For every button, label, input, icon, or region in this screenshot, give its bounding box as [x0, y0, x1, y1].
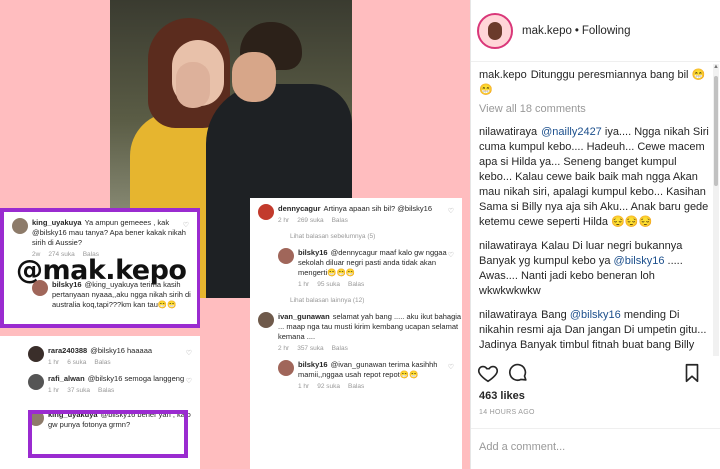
avatar — [28, 346, 44, 362]
add-comment-input[interactable]: Add a comment... — [471, 428, 720, 469]
avatar — [278, 360, 294, 376]
comment-icon[interactable] — [507, 362, 529, 384]
heart-icon: ♡ — [185, 350, 192, 357]
avatar — [28, 374, 44, 390]
post-sidebar: mak.kepo • Following mak.kepo Ditunggu pere… — [470, 0, 720, 469]
watermark: @mak.kepo — [16, 255, 187, 286]
likes-count[interactable]: 463 likes — [479, 390, 525, 402]
caption: mak.kepo Ditunggu peresmiannya bang bil 😁… — [479, 69, 706, 96]
man-face — [232, 52, 276, 102]
heart-icon[interactable] — [477, 362, 499, 384]
timestamp: 14 HOURS AGO — [479, 409, 535, 416]
username-link[interactable]: nilawatiraya — [479, 240, 537, 252]
comments-list: mak.kepo Ditunggu peresmiannya bang bil 😁… — [471, 68, 715, 354]
load-replies: Lihat balasan lainnya (12) — [290, 297, 365, 304]
view-all-comments-link[interactable]: View all 18 comments — [479, 102, 709, 117]
list-item: rafi_alwan @bilsky16 semoga langgeng 1 hr… — [20, 374, 200, 396]
mention-link[interactable]: @bilsky16 — [570, 309, 621, 321]
comment-item: nilawatiraya @nailly2427 iya.... Ngga nik… — [479, 126, 709, 228]
comment-item: nilawatiraya Bang @bilsky16 mending Di ni… — [479, 309, 707, 351]
bookmark-icon[interactable] — [681, 362, 703, 384]
comment-screenshot-b: dennycagur Artinya apaan sih bil? @bilsky… — [250, 198, 462, 469]
comment-screenshot-a: king_uyakuya Ya ampun gemeees , kak @bils… — [0, 208, 200, 328]
avatar — [258, 204, 274, 220]
list-item: rara240388 @bilsky16 haaaaa 1 hr 6 suka Bal… — [20, 346, 200, 368]
heart-icon: ♡ — [447, 316, 454, 323]
username-link[interactable]: nilawatiraya — [479, 126, 537, 138]
username-link[interactable]: mak.kepo — [479, 69, 527, 81]
highlight-box — [28, 410, 188, 458]
avatar — [278, 248, 294, 264]
list-item: dennycagur Artinya apaan sih bil? @bilsky… — [250, 204, 462, 226]
mention-link[interactable]: @bilsky16 — [614, 255, 665, 267]
username-link[interactable]: mak.kepo — [522, 25, 572, 37]
post-image[interactable]: king_uyakuya Ya ampun gemeees , kak @bils… — [0, 0, 470, 469]
list-item: bilsky16 @ivan_gunawan terima kasihhh mam… — [270, 360, 462, 392]
heart-icon: ♡ — [447, 208, 454, 215]
avatar — [12, 218, 28, 234]
avatar[interactable] — [477, 12, 513, 49]
following-button[interactable]: Following — [582, 25, 631, 37]
username-link[interactable]: nilawatiraya — [479, 309, 537, 321]
heart-icon: ♡ — [447, 364, 454, 371]
post-header: mak.kepo • Following — [471, 0, 720, 62]
mention-link[interactable]: @nailly2427 — [541, 126, 602, 138]
heart-icon: ♡ — [182, 222, 189, 229]
avatar — [32, 280, 48, 296]
list-item: king_uyakuya Ya ampun gemeees , kak @bils… — [4, 218, 197, 260]
hand — [176, 62, 210, 108]
action-bar — [471, 360, 720, 386]
comment-item: nilawatiraya Kalau Di luar negri bukannya… — [479, 240, 683, 297]
avatar — [258, 312, 274, 328]
scrollbar-thumb[interactable] — [714, 76, 718, 186]
list-item: bilsky16 @king_uyakuya terima kasih perta… — [24, 280, 197, 310]
scroll-up-arrow-icon[interactable]: ▲ — [713, 64, 719, 70]
load-replies: Lihat balasan sebelumnya (5) — [290, 233, 376, 240]
heart-icon: ♡ — [185, 378, 192, 385]
list-item: bilsky16 @dennycagur maaf kalo gw nggaa s… — [270, 248, 462, 290]
list-item: ivan_gunawan selamat yah bang ..... aku i… — [250, 312, 462, 354]
heart-icon: ♡ — [447, 252, 454, 259]
